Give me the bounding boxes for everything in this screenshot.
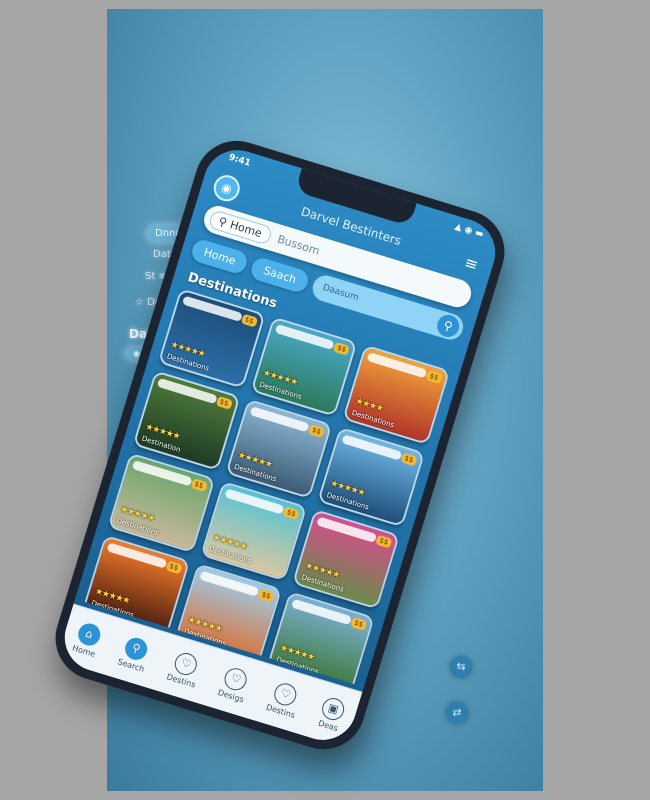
destination-card[interactable]: $$ ★★★★★ Destinations <box>317 426 426 528</box>
floating-swap-button[interactable]: ⇆ <box>450 656 472 678</box>
status-time: 9:41 <box>227 152 252 169</box>
tab-home[interactable]: Home <box>189 236 251 276</box>
nav-label: Home <box>71 642 97 659</box>
destination-card[interactable]: $$ ★★★★★ Destinations <box>250 316 358 417</box>
destination-card[interactable]: $$ ★★★★★ Destination <box>132 370 241 471</box>
search-button-icon[interactable]: ⚲ <box>434 312 462 340</box>
destination-card[interactable]: $$ ★★★★★ Destinations <box>292 509 400 610</box>
nav-label: Destins <box>265 702 297 720</box>
nav-icon: ⌂ <box>75 620 103 648</box>
nav-icon: ♡ <box>222 665 250 693</box>
destination-card[interactable]: $$ ★★★★★ Destinations <box>199 480 308 582</box>
tab-search[interactable]: Saach <box>249 255 311 294</box>
status-icons: ▲ ◉ ▬ <box>453 221 485 241</box>
floating-exchange-button[interactable]: ⇄ <box>446 702 468 724</box>
nav-icon: ♡ <box>172 649 201 678</box>
home-chip[interactable]: ⚲ Home <box>207 208 274 246</box>
nav-icon: ⚲ <box>122 634 150 663</box>
nav-label: Search <box>116 656 146 674</box>
app-logo-icon[interactable]: ◉ <box>210 171 243 205</box>
destination-card[interactable]: $$ ★★★★ Destinations <box>342 344 451 446</box>
destination-card[interactable]: $$ ★★★★★ Destinations <box>107 452 216 554</box>
nav-label: Destins <box>165 671 197 690</box>
nav-label: Desigs <box>216 687 246 704</box>
destination-card[interactable]: $$ ★★★★★ Destinations <box>225 398 333 500</box>
search-icon: ⚲ <box>217 214 229 229</box>
nav-icon: ▣ <box>319 694 348 723</box>
hamburger-menu-icon[interactable]: ≡ <box>460 251 483 274</box>
bottom-nav-item[interactable]: ♡ Destins <box>265 679 303 719</box>
bottom-nav-item[interactable]: ⌂ Home <box>71 620 103 658</box>
bottom-nav-item[interactable]: ▣ Deas <box>316 694 348 733</box>
nav-icon: ♡ <box>272 680 300 708</box>
bottom-nav-item[interactable]: ⚲ Search <box>116 634 153 674</box>
bottom-nav-item[interactable]: ♡ Desigs <box>216 664 252 704</box>
home-chip-label: Home <box>228 217 264 240</box>
bottom-nav-item[interactable]: ♡ Destins <box>166 649 204 689</box>
nav-label: Deas <box>317 718 340 733</box>
